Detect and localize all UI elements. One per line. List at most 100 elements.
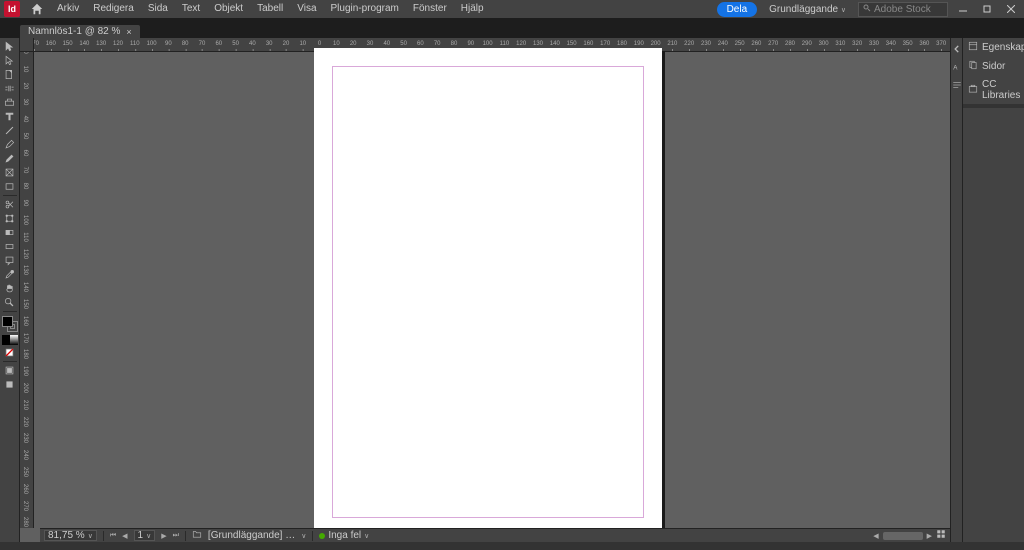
menu-visa[interactable]: Visa: [290, 0, 323, 18]
pages-icon: [968, 60, 978, 73]
ruler-tick: 220: [684, 41, 694, 47]
paragraph-panel-icon[interactable]: [952, 80, 962, 90]
pencil-tool[interactable]: [2, 152, 18, 165]
workspace-selector[interactable]: Grundläggande ∨: [763, 2, 852, 17]
preset-label[interactable]: [Grundläggande] …: [208, 530, 295, 541]
direct-selection-tool[interactable]: [2, 54, 18, 67]
ruler-tick: 110: [500, 41, 510, 47]
document-tab[interactable]: Namnlös1-1 @ 82 % ×: [20, 25, 140, 38]
line-tool[interactable]: [2, 124, 18, 137]
rectangle-tool[interactable]: [2, 180, 18, 193]
scissors-tool[interactable]: [2, 198, 18, 211]
page-tool[interactable]: [2, 68, 18, 81]
menu-sida[interactable]: Sida: [141, 0, 175, 18]
page-next-icon[interactable]: ▶: [161, 532, 166, 540]
page-field[interactable]: 1 ∨: [134, 530, 156, 541]
apply-none-icon[interactable]: [2, 346, 18, 359]
share-button[interactable]: Dela: [717, 2, 758, 17]
zoom-field[interactable]: 81,75 % ∨: [44, 530, 97, 541]
ruler-tick: 250: [735, 41, 745, 47]
ruler-tick: 80: [22, 183, 28, 190]
open-file-icon[interactable]: [192, 529, 202, 542]
page-value: 1: [138, 530, 144, 541]
minimize-button[interactable]: [957, 4, 969, 14]
gradient-swatch-tool[interactable]: [2, 226, 18, 239]
ruler-tick: 90: [467, 41, 474, 47]
expand-panels-icon[interactable]: [952, 44, 962, 54]
character-panel-icon[interactable]: A: [952, 62, 962, 72]
margin-guide: [332, 66, 644, 518]
scrollbar-horizontal[interactable]: [883, 532, 923, 540]
selection-tool[interactable]: [2, 40, 18, 53]
page-next-last-icon[interactable]: ⏭: [173, 532, 179, 540]
gap-tool[interactable]: [2, 82, 18, 95]
ruler-tick: 70: [199, 41, 206, 47]
zoom-tool[interactable]: [2, 296, 18, 309]
document-tab-label: Namnlös1-1 @ 82 %: [28, 26, 120, 37]
stock-search[interactable]: Adobe Stock: [858, 2, 948, 17]
document-page[interactable]: [314, 48, 662, 536]
ruler-tick: 140: [550, 41, 560, 47]
ruler-tick: 10: [333, 41, 340, 47]
eyedropper-tool[interactable]: [2, 268, 18, 281]
page-prev-icon[interactable]: ◀: [122, 532, 127, 540]
ruler-tick: 310: [835, 41, 845, 47]
ruler-tick: 40: [22, 116, 28, 123]
ruler-tick: 80: [182, 41, 189, 47]
home-icon[interactable]: [30, 2, 44, 16]
chevron-down-icon: ∨: [841, 7, 846, 14]
ruler-tick: 100: [147, 41, 157, 47]
chevron-down-icon: ∨: [301, 532, 306, 540]
ruler-tick: 290: [802, 41, 812, 47]
view-mode-preview[interactable]: [2, 378, 18, 391]
ruler-tick: 60: [417, 41, 424, 47]
note-tool[interactable]: [2, 254, 18, 267]
ruler-tick: 40: [249, 41, 256, 47]
grid-view-icon[interactable]: [936, 529, 946, 542]
maximize-button[interactable]: [981, 4, 993, 14]
page-prev-first-icon[interactable]: ⏮: [110, 532, 116, 540]
panel-egenskaper[interactable]: Egenskaper: [963, 38, 1024, 57]
panel-label: Sidor: [982, 61, 1005, 72]
tab-close-icon[interactable]: ×: [126, 27, 131, 37]
right-icon-sidebar: A: [950, 38, 962, 542]
fill-stroke-swatch[interactable]: [2, 316, 18, 332]
preflight-status[interactable]: Inga fel ∨: [319, 530, 369, 541]
rectangle-frame-tool[interactable]: [2, 166, 18, 179]
close-button[interactable]: [1005, 4, 1017, 14]
chevron-down-icon: ∨: [364, 532, 369, 540]
view-mode-normal[interactable]: [2, 364, 18, 377]
ruler-tick: 180: [617, 41, 627, 47]
ruler-tick: 180: [22, 349, 28, 359]
gradient-feather-tool[interactable]: [2, 240, 18, 253]
type-tool[interactable]: [2, 110, 18, 123]
scroll-right-icon[interactable]: ▶: [927, 532, 932, 540]
menu-text[interactable]: Text: [175, 0, 207, 18]
content-collector-tool[interactable]: [2, 96, 18, 109]
menu-tabell[interactable]: Tabell: [250, 0, 290, 18]
ruler-tick: 0: [22, 52, 28, 54]
menu-redigera[interactable]: Redigera: [86, 0, 141, 18]
fill-swatch[interactable]: [2, 316, 13, 327]
color-apply-mode[interactable]: [2, 335, 18, 345]
pen-tool[interactable]: [2, 138, 18, 151]
menu-fonster[interactable]: Fönster: [406, 0, 454, 18]
menu-arkiv[interactable]: Arkiv: [50, 0, 86, 18]
ruler-tick: 360: [919, 41, 929, 47]
ruler-origin[interactable]: [20, 38, 34, 52]
hand-tool[interactable]: [2, 282, 18, 295]
panel-sidor[interactable]: Sidor: [963, 57, 1024, 76]
canvas-area[interactable]: 1701601501401301201101009080706050403020…: [20, 38, 950, 542]
ruler-tick: 240: [718, 41, 728, 47]
apply-color-icon[interactable]: [2, 335, 10, 345]
panel-cc-libraries[interactable]: CC Libraries: [963, 76, 1024, 104]
preflight-ok-icon: [319, 533, 325, 539]
free-transform-tool[interactable]: [2, 212, 18, 225]
ruler-vertical[interactable]: 0102030405060708090100110120130140150160…: [20, 52, 34, 528]
menu-plugin[interactable]: Plugin-program: [324, 0, 406, 18]
scroll-left-icon[interactable]: ◀: [873, 532, 878, 540]
menu-hjalp[interactable]: Hjälp: [454, 0, 491, 18]
apply-gradient-icon[interactable]: [10, 335, 18, 345]
status-separator: [185, 531, 186, 541]
menu-objekt[interactable]: Objekt: [207, 0, 250, 18]
